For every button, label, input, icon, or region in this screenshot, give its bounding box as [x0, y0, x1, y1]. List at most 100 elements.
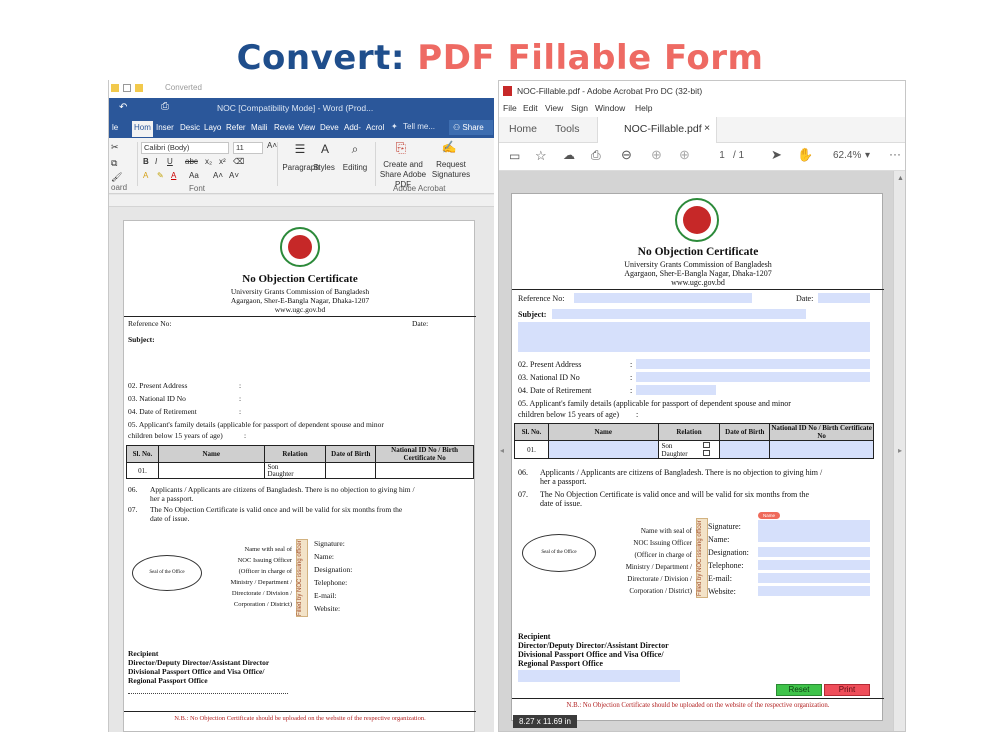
- menu-edit[interactable]: Edit: [523, 103, 538, 113]
- signature-field[interactable]: [758, 520, 870, 542]
- print-icon[interactable]: ⎙: [591, 148, 601, 163]
- superscript-icon[interactable]: x²: [219, 157, 226, 166]
- tab-document[interactable]: NOC-Fillable.pdf ×: [597, 117, 717, 143]
- daughter-checkbox[interactable]: [702, 450, 710, 456]
- grow-font-icon[interactable]: A˄: [213, 171, 223, 180]
- upload-cloud-icon[interactable]: ☁: [563, 148, 575, 162]
- menu-file[interactable]: File: [503, 103, 517, 113]
- menu-window[interactable]: Window: [595, 103, 625, 113]
- undo-icon[interactable]: ↶: [119, 102, 127, 113]
- scroll-up-icon[interactable]: ▲: [897, 175, 904, 182]
- tab-layout[interactable]: Layo: [201, 121, 223, 137]
- group-acrobat-label: Adobe Acrobat: [393, 184, 446, 193]
- signature-icon[interactable]: ✍: [439, 140, 459, 154]
- tab-review[interactable]: Revie: [271, 121, 296, 137]
- present-address-field[interactable]: [636, 359, 870, 369]
- hand-tool-icon[interactable]: ✋: [797, 147, 813, 163]
- print-button[interactable]: Print: [824, 684, 870, 696]
- format-painter-icon[interactable]: 🖌: [111, 172, 122, 183]
- nid-input[interactable]: [769, 440, 874, 459]
- tab-file[interactable]: le: [109, 121, 120, 137]
- next-page-icon[interactable]: ⊕: [679, 147, 690, 163]
- zoom-level-select[interactable]: 62.4%: [833, 150, 861, 161]
- son-checkbox[interactable]: [702, 442, 710, 448]
- create-pdf-icon[interactable]: ⎘: [391, 140, 411, 156]
- tab-addins[interactable]: Add-: [341, 121, 363, 137]
- paragraph-icon[interactable]: ☰: [283, 142, 317, 156]
- telephone-field[interactable]: [758, 560, 870, 570]
- folder-icon[interactable]: [135, 84, 143, 92]
- print-preview-icon[interactable]: ⎙: [161, 101, 169, 112]
- italic-icon[interactable]: I: [155, 157, 157, 166]
- tab-references[interactable]: Refer: [223, 121, 248, 137]
- share-button[interactable]: ⚇ Share: [449, 120, 493, 135]
- highlight-icon[interactable]: ✎: [157, 171, 164, 180]
- dob-input[interactable]: [719, 440, 771, 459]
- request-signatures-button[interactable]: Request Signatures: [431, 160, 471, 180]
- search-icon[interactable]: ⌕: [343, 142, 367, 157]
- font-size-select[interactable]: 11: [233, 142, 263, 154]
- text-effects-icon[interactable]: A: [143, 171, 148, 180]
- more-options-icon[interactable]: ···: [889, 147, 901, 161]
- font-color-icon[interactable]: A: [171, 171, 176, 180]
- tab-view[interactable]: View: [295, 121, 317, 137]
- editing-button[interactable]: Editing: [335, 163, 375, 172]
- subject-body-field[interactable]: [518, 322, 870, 352]
- retirement-date-field[interactable]: [636, 385, 716, 395]
- bookmark-star-icon[interactable]: ☆: [535, 148, 547, 164]
- tab-home[interactable]: Hom: [131, 121, 153, 137]
- name-label: Name:: [708, 535, 730, 544]
- horizontal-ruler[interactable]: [109, 195, 494, 207]
- tab-home[interactable]: Home: [509, 123, 537, 135]
- bold-icon[interactable]: B: [143, 157, 149, 166]
- officer-line: Corporation / District): [629, 587, 692, 595]
- nid-field[interactable]: [636, 372, 870, 382]
- select-cursor-icon[interactable]: ➤: [771, 147, 782, 163]
- form-address: Agargaon, Sher-E-Bangla Nagar, Dhaka-120…: [624, 269, 772, 278]
- tab-insert[interactable]: Inser: [153, 121, 176, 137]
- date-field[interactable]: [818, 293, 870, 303]
- name-input[interactable]: [547, 440, 659, 459]
- copy-icon[interactable]: ⧉: [111, 158, 117, 169]
- shrink-font-icon[interactable]: A˅: [229, 171, 239, 180]
- styles-icon[interactable]: A: [313, 142, 337, 156]
- headline-prefix: Convert:: [236, 38, 405, 78]
- underline-icon[interactable]: U: [167, 157, 173, 166]
- menu-help[interactable]: Help: [635, 103, 652, 113]
- cut-icon[interactable]: ✂: [111, 142, 119, 153]
- clear-format-icon[interactable]: ⌫: [233, 157, 244, 166]
- retirement-label: 04. Date of Retirement: [518, 386, 592, 395]
- checkbox-icon[interactable]: [123, 84, 131, 92]
- subject-field[interactable]: [552, 309, 806, 319]
- strikethrough-icon[interactable]: abc: [185, 157, 198, 166]
- relation-cell: Son Daughter: [263, 462, 327, 479]
- reference-field[interactable]: [574, 293, 752, 303]
- chevron-down-icon[interactable]: ▾: [865, 150, 870, 161]
- grow-font-icon[interactable]: A˄: [267, 141, 277, 150]
- menu-sign[interactable]: Sign: [571, 103, 588, 113]
- page-number-input[interactable]: 1: [711, 150, 733, 161]
- menu-view[interactable]: View: [545, 103, 563, 113]
- close-icon[interactable]: ×: [704, 122, 710, 134]
- recipient-field[interactable]: [518, 670, 680, 682]
- officer-line: (Officer in charge of: [634, 551, 692, 559]
- tell-me-box[interactable]: Tell me...: [403, 122, 435, 131]
- email-field[interactable]: [758, 573, 870, 583]
- designation-field[interactable]: [758, 547, 870, 557]
- previous-page-icon[interactable]: ⊕: [651, 147, 662, 163]
- tab-developer[interactable]: Deve: [317, 121, 341, 137]
- tab-acrobat[interactable]: Acrol: [363, 121, 386, 137]
- subscript-icon[interactable]: x₂: [205, 157, 212, 166]
- change-case-icon[interactable]: Aa: [189, 171, 199, 180]
- collapse-right-panel-icon[interactable]: ▸: [898, 446, 902, 455]
- font-name-select[interactable]: Calibri (Body): [141, 142, 229, 154]
- reset-button[interactable]: Reset: [776, 684, 822, 696]
- collapse-left-panel-icon[interactable]: ◂: [500, 446, 504, 455]
- tab-tools[interactable]: Tools: [555, 123, 580, 135]
- zoom-out-icon[interactable]: ⊖: [621, 147, 632, 163]
- tab-mailings[interactable]: Maili: [248, 121, 269, 137]
- tab-design[interactable]: Desic: [177, 121, 202, 137]
- website-field[interactable]: [758, 586, 870, 596]
- save-icon[interactable]: ▭: [509, 149, 520, 163]
- folder-icon[interactable]: [111, 84, 119, 92]
